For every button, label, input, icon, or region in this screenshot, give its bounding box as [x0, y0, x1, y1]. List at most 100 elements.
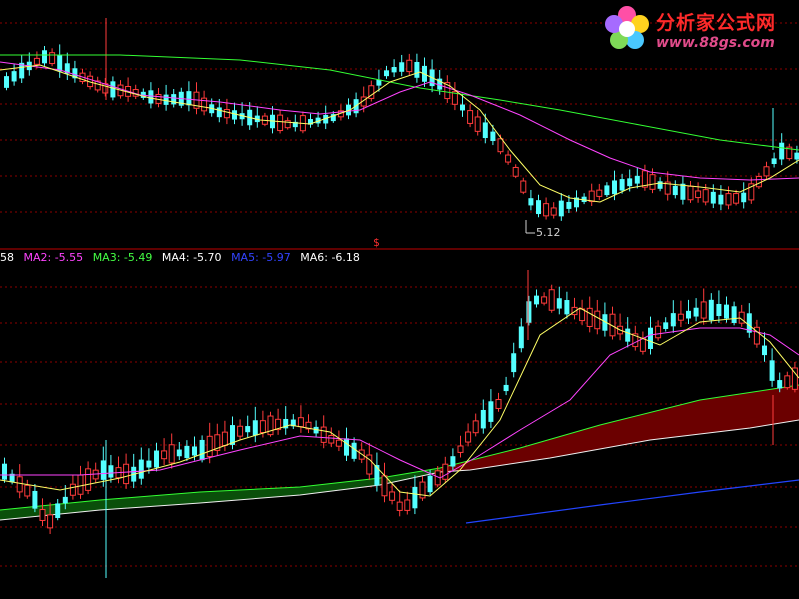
legend-item-ma4: MA4: -5.70 — [161, 251, 222, 264]
candle-up-upper-36 — [277, 114, 284, 132]
candle-down-upper-0 — [4, 76, 9, 88]
candle-down-upper-1 — [11, 71, 17, 82]
candle-up-lower-44 — [335, 439, 342, 447]
candle-up-upper-67 — [512, 166, 519, 177]
candle-down-upper-83 — [634, 175, 640, 184]
candle-down-lower-90 — [686, 310, 691, 319]
candle-up-upper-4 — [33, 57, 40, 65]
divider-marker: $ — [373, 236, 380, 249]
candle-up-upper-29 — [223, 109, 230, 119]
candle-down-upper-70 — [536, 200, 541, 215]
candle-up-lower-92 — [700, 301, 707, 319]
candle-down-lower-7 — [55, 503, 61, 519]
legend-item-ma6: MA6: -6.18 — [300, 251, 360, 264]
logo-brand-text: 分析家公式网 — [656, 12, 777, 34]
candle-down-lower-101 — [769, 360, 775, 381]
candle-down-upper-82 — [627, 178, 633, 187]
candle-down-upper-104 — [794, 152, 799, 160]
candle-up-lower-3 — [24, 484, 31, 497]
candle-up-upper-61 — [467, 110, 474, 124]
candle-down-lower-94 — [716, 303, 722, 317]
low-price-label: 5.12 — [536, 226, 561, 239]
candle-up-lower-76 — [579, 308, 586, 322]
candle-up-lower-6 — [47, 514, 54, 529]
candle-down-upper-50 — [384, 70, 389, 77]
candle-up-lower-65 — [495, 399, 502, 409]
candle-down-lower-93 — [708, 299, 714, 321]
candle-up-lower-51 — [389, 491, 396, 501]
candle-down-lower-13 — [100, 460, 106, 480]
candle-down-lower-69 — [526, 301, 532, 323]
candle-down-lower-95 — [724, 304, 729, 319]
candle-up-lower-103 — [784, 375, 791, 389]
candle-down-lower-88 — [670, 313, 676, 327]
candle-down-upper-19 — [148, 90, 154, 104]
candle-up-lower-27 — [206, 435, 213, 457]
candle-down-upper-64 — [490, 131, 496, 142]
candle-down-upper-88 — [672, 185, 678, 196]
candle-down-lower-100 — [762, 345, 767, 356]
candle-up-upper-90 — [687, 185, 694, 201]
legend-item-0: 58 — [0, 251, 14, 264]
candle-up-lower-16 — [123, 463, 130, 485]
candle-down-lower-25 — [192, 446, 197, 456]
candle-down-lower-66 — [503, 384, 509, 392]
candle-down-upper-7 — [57, 55, 63, 72]
candle-down-upper-63 — [482, 122, 488, 139]
candle-down-upper-74 — [566, 201, 572, 209]
candle-down-upper-51 — [391, 67, 397, 73]
candle-down-lower-59 — [450, 456, 456, 467]
candle-down-lower-63 — [480, 409, 486, 429]
candle-down-upper-54 — [414, 61, 420, 78]
candle-down-lower-74 — [564, 300, 570, 315]
candle-up-upper-100 — [763, 166, 770, 177]
candle-up-lower-5 — [39, 509, 46, 521]
candle-down-upper-22 — [171, 94, 177, 105]
ma-blue-lower — [465, 479, 799, 524]
candle-down-upper-89 — [680, 183, 686, 200]
candle-up-lower-21 — [161, 450, 168, 460]
candle-down-lower-82 — [625, 328, 631, 342]
candle-up-upper-68 — [520, 180, 527, 193]
candle-up-upper-85 — [649, 174, 656, 190]
legend-item-ma5: MA5: -5.97 — [231, 251, 291, 264]
candle-down-upper-52 — [399, 62, 405, 72]
candle-up-lower-89 — [677, 313, 684, 321]
candle-down-lower-46 — [351, 442, 357, 459]
ma-legend: 58 MA2: -5.55 MA3: -5.49 MA4: -5.70 MA5:… — [0, 251, 366, 265]
candle-down-lower-85 — [648, 327, 653, 349]
candle-down-upper-73 — [558, 200, 564, 217]
candle-up-lower-77 — [586, 307, 593, 327]
band-green — [0, 468, 440, 520]
candle-up-upper-91 — [695, 190, 702, 199]
candle-up-lower-72 — [548, 289, 555, 311]
candle-up-lower-31 — [237, 425, 244, 437]
candle-down-upper-5 — [42, 50, 47, 64]
candle-up-lower-71 — [541, 296, 548, 304]
candle-down-lower-32 — [245, 426, 251, 433]
candle-down-upper-81 — [619, 179, 625, 191]
candle-down-upper-102 — [779, 142, 785, 160]
candle-down-lower-20 — [154, 450, 159, 468]
candle-down-lower-18 — [138, 459, 144, 479]
candle-down-upper-94 — [718, 194, 724, 205]
candle-down-upper-97 — [741, 192, 747, 203]
candle-down-upper-93 — [710, 191, 716, 204]
candle-up-upper-99 — [755, 175, 762, 188]
candle-down-upper-60 — [460, 104, 465, 111]
candle-down-upper-24 — [186, 91, 192, 106]
candle-down-upper-80 — [612, 180, 617, 195]
candle-down-lower-102 — [777, 380, 783, 389]
site-logo: 分析家公式网 www.88gs.com — [600, 2, 796, 56]
candle-up-lower-86 — [655, 325, 662, 339]
candle-down-lower-14 — [108, 465, 114, 478]
legend-item-ma3: MA3: -5.49 — [92, 251, 153, 264]
candle-up-lower-84 — [639, 337, 646, 352]
candle-up-lower-9 — [69, 483, 76, 496]
candle-down-lower-91 — [693, 307, 699, 317]
candle-up-lower-22 — [168, 444, 175, 464]
candle-up-lower-42 — [320, 426, 327, 443]
candle-down-lower-54 — [412, 486, 418, 509]
logo-url-text: www.88gs.com — [656, 35, 775, 51]
ma-mid-lower — [0, 327, 799, 479]
